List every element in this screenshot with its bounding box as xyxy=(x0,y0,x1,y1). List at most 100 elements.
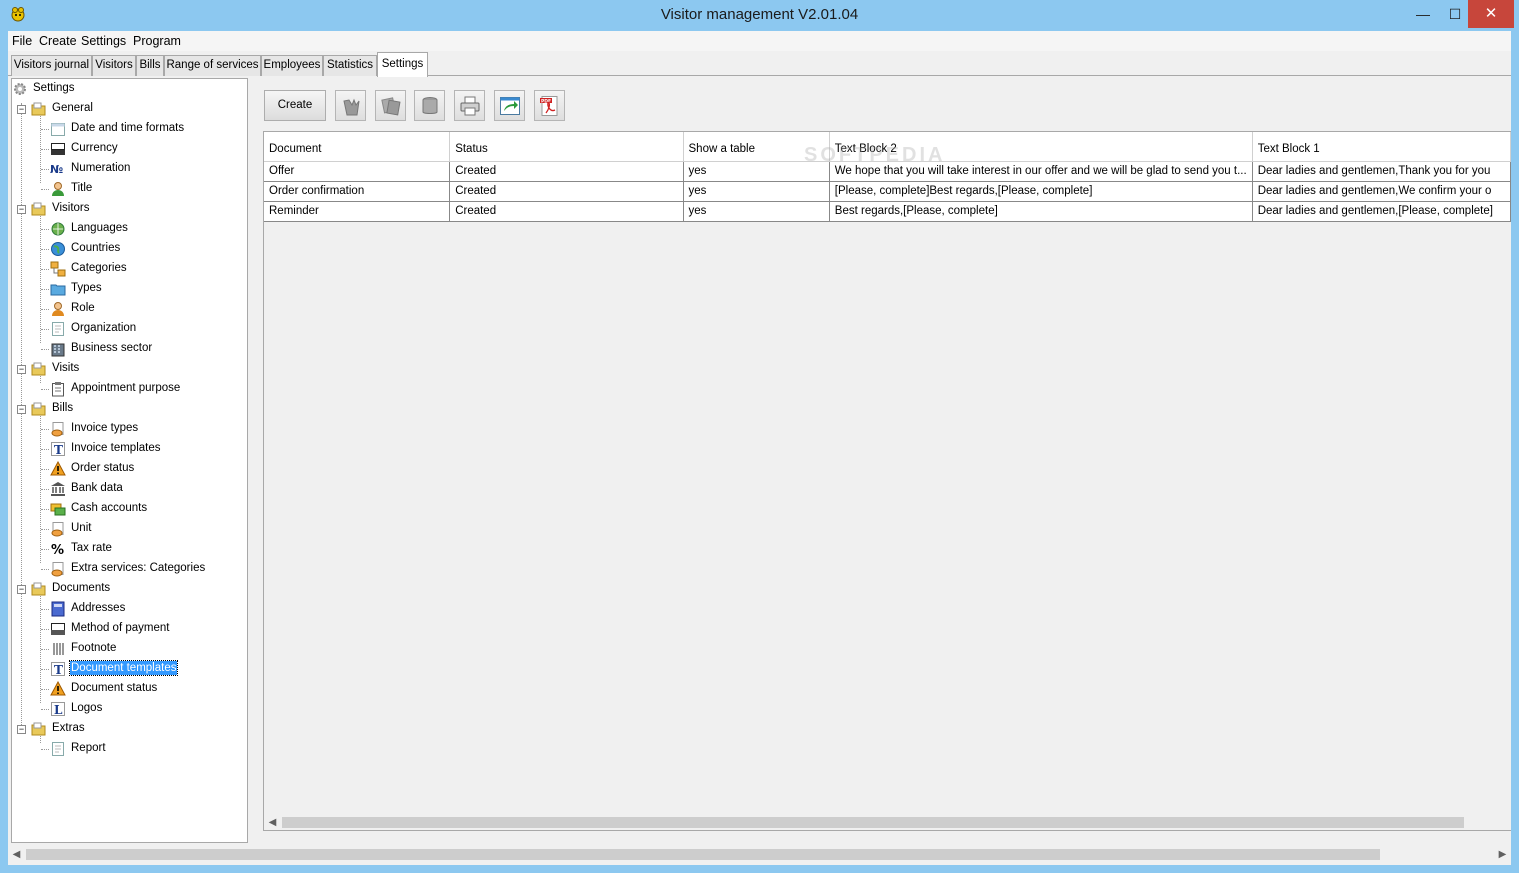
tree-item-tax-rate[interactable]: % Tax rate xyxy=(12,539,242,559)
tab-settings[interactable]: Settings xyxy=(377,52,428,77)
scroll-thumb[interactable] xyxy=(282,817,1464,828)
copy-button[interactable] xyxy=(375,90,406,121)
cell-text-block-1[interactable]: Dear ladies and gentlemen,Thank you for … xyxy=(1252,161,1511,182)
tree-item-cash-accounts[interactable]: Cash accounts xyxy=(12,499,242,519)
tree-group-documents[interactable]: − Documents xyxy=(12,579,242,599)
settings-tree[interactable]: Settings − General Date and time formats… xyxy=(11,78,248,843)
tree-item-types[interactable]: Types xyxy=(12,279,242,299)
tree-connector xyxy=(41,569,49,570)
cash-register-icon xyxy=(51,143,65,155)
cell-document[interactable]: Order confirmation xyxy=(264,181,451,202)
collapse-icon[interactable]: − xyxy=(17,585,26,594)
menu-program[interactable]: Program xyxy=(133,34,181,48)
tree-item-document-status[interactable]: Document status xyxy=(12,679,242,699)
table-row[interactable]: Order confirmation Created yes [Please, … xyxy=(264,181,1511,202)
cell-status[interactable]: Created xyxy=(449,161,684,182)
menu-file[interactable]: File xyxy=(12,34,32,48)
collapse-icon[interactable]: − xyxy=(17,365,26,374)
grid-horizontal-scrollbar[interactable]: ◀ xyxy=(264,814,1511,830)
title-bar[interactable]: Visitor management V2.01.04 — ☐ ✕ xyxy=(0,0,1519,31)
column-header-document[interactable]: Document xyxy=(264,132,451,162)
tree-label: Visitors xyxy=(52,202,90,214)
tree-item-order-status[interactable]: Order status xyxy=(12,459,242,479)
tree-item-numeration[interactable]: № Numeration xyxy=(12,159,242,179)
create-button[interactable]: Create xyxy=(264,90,326,121)
export-button[interactable] xyxy=(494,90,525,121)
tab-visitors[interactable]: Visitors xyxy=(92,55,136,76)
tree-item-bank-data[interactable]: Bank data xyxy=(12,479,242,499)
tree-item-document-templates[interactable]: T Document templates xyxy=(12,659,242,679)
maximize-button[interactable]: ☐ xyxy=(1440,0,1470,28)
tree-item-footnote[interactable]: Footnote xyxy=(12,639,242,659)
table-row[interactable]: Reminder Created yes Best regards,[Pleas… xyxy=(264,201,1511,222)
menu-create[interactable]: Create xyxy=(39,34,77,48)
tree-root-settings[interactable]: Settings xyxy=(12,79,242,99)
tree-item-role[interactable]: Role xyxy=(12,299,242,319)
templates-grid[interactable]: Document Status Show a table Text Block … xyxy=(263,131,1511,831)
cell-text-block-2[interactable]: Best regards,[Please, complete] xyxy=(829,201,1253,222)
tree-label: Document templates xyxy=(68,660,179,676)
cell-status[interactable]: Created xyxy=(449,181,684,202)
cell-document[interactable]: Reminder xyxy=(264,201,451,222)
tree-group-visitors[interactable]: − Visitors xyxy=(12,199,242,219)
collapse-icon[interactable]: − xyxy=(17,205,26,214)
minimize-button[interactable]: — xyxy=(1408,0,1438,28)
scroll-thumb[interactable] xyxy=(26,849,1380,860)
tree-item-logos[interactable]: L Logos xyxy=(12,699,242,719)
document-icon xyxy=(52,322,64,336)
tree-item-languages[interactable]: Languages xyxy=(12,219,242,239)
print-button[interactable] xyxy=(454,90,485,121)
tree-label: General xyxy=(52,102,93,114)
window-horizontal-scrollbar[interactable]: ◀ ▶ xyxy=(8,846,1511,863)
column-header-status[interactable]: Status xyxy=(449,132,684,162)
collapse-icon[interactable]: − xyxy=(17,405,26,414)
tree-item-unit[interactable]: Unit xyxy=(12,519,242,539)
cell-text-block-2[interactable]: [Please, complete]Best regards,[Please, … xyxy=(829,181,1253,202)
tab-range-of-services[interactable]: Range of services xyxy=(164,55,261,76)
tree-group-extras[interactable]: − Extras xyxy=(12,719,242,739)
tree-item-extra-services-categories[interactable]: Extra services: Categories xyxy=(12,559,242,579)
pdf-button[interactable]: PDF xyxy=(534,90,565,121)
cell-show-a-table[interactable]: yes xyxy=(683,201,830,222)
tree-group-general[interactable]: − General xyxy=(12,99,242,119)
pdf-icon: PDF xyxy=(540,96,558,116)
tree-item-appointment-purpose[interactable]: Appointment purpose xyxy=(12,379,242,399)
tree-label: Footnote xyxy=(71,642,117,654)
tab-bills[interactable]: Bills xyxy=(136,55,164,76)
cut-button[interactable] xyxy=(335,90,366,121)
close-button[interactable]: ✕ xyxy=(1468,0,1514,28)
tab-statistics[interactable]: Statistics xyxy=(323,55,377,76)
tab-visitors-journal[interactable]: Visitors journal xyxy=(11,55,92,76)
tree-item-categories[interactable]: Categories xyxy=(12,259,242,279)
tree-connector xyxy=(41,129,49,130)
tree-item-organization[interactable]: Organization xyxy=(12,319,242,339)
tree-item-method-of-payment[interactable]: Method of payment xyxy=(12,619,242,639)
tree-item-invoice-templates[interactable]: T Invoice templates xyxy=(12,439,242,459)
cell-document[interactable]: Offer xyxy=(264,161,451,182)
collapse-icon[interactable]: − xyxy=(17,105,26,114)
cell-status[interactable]: Created xyxy=(449,201,684,222)
cell-show-a-table[interactable]: yes xyxy=(683,181,830,202)
tree-item-business-sector[interactable]: Business sector xyxy=(12,339,242,359)
cell-text-block-1[interactable]: Dear ladies and gentlemen,We confirm you… xyxy=(1252,181,1511,202)
tree-group-bills[interactable]: − Bills xyxy=(12,399,242,419)
tree-item-title[interactable]: Title xyxy=(12,179,242,199)
delete-button[interactable] xyxy=(414,90,445,121)
report-icon xyxy=(52,742,64,756)
tree-item-invoice-types[interactable]: Invoice types xyxy=(12,419,242,439)
collapse-icon[interactable]: − xyxy=(17,725,26,734)
tab-employees[interactable]: Employees xyxy=(261,55,323,76)
tree-group-visits[interactable]: − Visits xyxy=(12,359,242,379)
tree-item-currency[interactable]: Currency xyxy=(12,139,242,159)
scroll-right-icon[interactable]: ▶ xyxy=(1494,846,1511,863)
tree-item-addresses[interactable]: Addresses xyxy=(12,599,242,619)
tree-item-countries[interactable]: Countries xyxy=(12,239,242,259)
calendar-icon xyxy=(51,123,65,136)
scroll-left-icon[interactable]: ◀ xyxy=(264,814,281,830)
tree-item-date-and-time-formats[interactable]: Date and time formats xyxy=(12,119,242,139)
menu-settings[interactable]: Settings xyxy=(81,34,126,48)
cell-text-block-1[interactable]: Dear ladies and gentlemen,[Please, compl… xyxy=(1252,201,1511,222)
scroll-left-icon[interactable]: ◀ xyxy=(8,846,25,863)
column-header-text-block-1[interactable]: Text Block 1 xyxy=(1252,132,1511,162)
tree-item-report[interactable]: Report xyxy=(12,739,242,759)
